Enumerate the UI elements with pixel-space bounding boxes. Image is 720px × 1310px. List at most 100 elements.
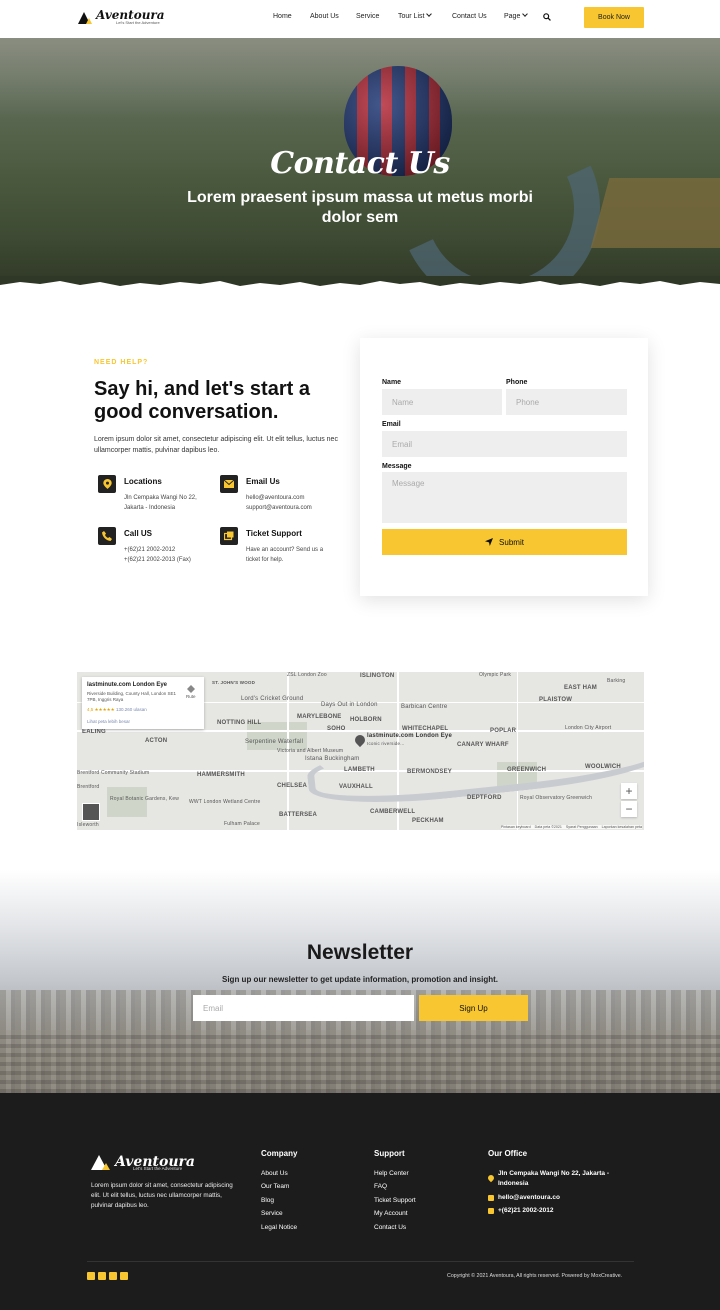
map-label: London City Airport <box>565 725 612 731</box>
info-title: Ticket Support <box>246 529 302 538</box>
footer-tagline: Let's Start the Adventure <box>133 1166 183 1171</box>
phone-field[interactable] <box>506 389 627 415</box>
map-label: POPLAR <box>490 728 517 734</box>
map-label: Brentford <box>77 784 100 790</box>
map-label: Brentford Community Stadium <box>77 770 150 776</box>
hero-field <box>590 178 720 248</box>
footer-link[interactable]: FAQ <box>374 1183 387 1190</box>
nav-about-us[interactable]: About Us <box>310 13 339 20</box>
map-label: CHELSEA <box>277 783 308 789</box>
newsletter-title: Newsletter <box>306 941 414 964</box>
chevron-down-icon <box>522 11 529 17</box>
footer-divider <box>87 1261 634 1262</box>
pin-label: lastminute.com London Eye <box>367 733 453 739</box>
larger-map-link[interactable]: Lihat peta lebih besar <box>87 719 130 724</box>
nav-home[interactable]: Home <box>273 13 292 20</box>
search-icon[interactable] <box>543 13 551 21</box>
map-label: Barbican Centre <box>401 704 448 710</box>
message-field[interactable] <box>382 472 627 523</box>
hero-subtitle: Lorem praesent ipsum massa ut metus morb… <box>187 189 533 226</box>
twitter-icon[interactable] <box>109 1272 117 1280</box>
map-label: EAST HAM <box>564 685 597 691</box>
map-label: ST. JOHN'S WOOD <box>212 680 256 685</box>
logo-mark-icon <box>78 11 92 25</box>
map-footer-link[interactable]: Laporkan kesalahan peta <box>602 825 642 829</box>
nav-page[interactable]: Page <box>504 11 529 20</box>
footer-link[interactable]: Help Center <box>374 1170 409 1177</box>
phone-icon <box>488 1208 494 1214</box>
instagram-icon[interactable] <box>98 1272 106 1280</box>
newsletter-email-input[interactable] <box>193 995 414 1021</box>
map-label: Royal Botanic Gardens, Kew <box>110 796 180 802</box>
pin-sublabel: Iconic riverside... <box>367 741 405 746</box>
info-line[interactable]: hello@aventoura.com <box>246 493 304 503</box>
name-label: Name <box>382 379 402 386</box>
info-line: Jakarta - Indonesia <box>124 505 176 511</box>
youtube-icon[interactable] <box>120 1272 128 1280</box>
map-label: Serpentine Waterfall <box>245 739 304 745</box>
nav-tour-list[interactable]: Tour List <box>398 11 433 20</box>
book-now-button[interactable]: Book Now <box>584 7 644 28</box>
map-label: Fulham Palace <box>224 821 260 827</box>
footer-link[interactable]: My Account <box>374 1210 408 1217</box>
map-label: Istana Buckingham <box>305 756 360 762</box>
info-title: Call US <box>124 529 153 538</box>
map-label: WWT London Wetland Centre <box>189 799 261 805</box>
footer-link[interactable]: Blog <box>261 1197 274 1204</box>
map-footer-link[interactable]: Pintasan keyboard <box>501 825 531 829</box>
brand-logo[interactable]: Aventoura Let's Start the Adventure <box>78 9 165 25</box>
map-label: ISLINGTON <box>360 673 395 679</box>
map-label: PLAISTOW <box>539 697 573 703</box>
map-label: DEPTFORD <box>467 795 502 801</box>
torn-paper-divider <box>0 276 720 292</box>
footer-link[interactable]: Contact Us <box>374 1224 406 1231</box>
map-label: MARYLEBONE <box>297 714 342 720</box>
map-label: WHITECHAPEL <box>402 726 449 732</box>
footer-link[interactable]: Ticket Support <box>374 1197 416 1204</box>
brand-tagline: Let's Start the Adventure <box>116 20 160 25</box>
map-label: Barking <box>607 678 626 684</box>
footer-office-phone[interactable]: +(62)21 2002-2012 <box>498 1206 553 1216</box>
nav-service[interactable]: Service <box>356 13 379 20</box>
footer-link[interactable]: Our Team <box>261 1183 289 1190</box>
map-footer-link[interactable]: Syarat Penggunaan <box>566 825 598 829</box>
place-reviews[interactable]: 130.260 ulasan <box>116 707 147 712</box>
section-eyebrow: NEED HELP? <box>94 359 149 366</box>
sign-up-button[interactable]: Sign Up <box>419 995 528 1021</box>
copyright-text: Copyright © 2021 Aventoura, All rights r… <box>447 1273 623 1279</box>
zoom-in-button[interactable]: + <box>621 783 637 799</box>
satellite-toggle[interactable] <box>82 803 100 821</box>
map-pin-icon <box>486 1173 496 1183</box>
page-title: Contact Us <box>270 146 450 181</box>
nav-page-label: Page <box>504 13 521 20</box>
map-label: ACTON <box>145 738 168 744</box>
map-park <box>247 722 307 750</box>
directions-button[interactable]: Rute <box>186 685 196 699</box>
info-line: Have an account? Send us a <box>246 547 324 553</box>
footer-company-heading: Company <box>261 1149 298 1158</box>
map-label: Victoria and Albert Museum <box>277 748 344 754</box>
footer-link[interactable]: Service <box>261 1210 283 1217</box>
google-map[interactable]: ISLINGTON EAST HAM PLAISTOW ST. JOHN'S W… <box>77 672 644 830</box>
facebook-icon[interactable] <box>87 1272 95 1280</box>
footer-link[interactable]: About Us <box>261 1170 288 1177</box>
footer-office-email[interactable]: hello@aventoura.co <box>498 1193 560 1203</box>
ticket-icon <box>220 527 238 545</box>
map-label: Days Out in London <box>321 702 378 708</box>
city-rooftops <box>0 1030 720 1093</box>
map-label: ZSL London Zoo <box>287 672 327 678</box>
info-line[interactable]: +(62)21 2002-2012 <box>124 545 175 555</box>
map-pin-icon[interactable] <box>352 732 368 748</box>
email-field[interactable] <box>382 431 627 457</box>
footer-link[interactable]: Legal Notice <box>261 1224 297 1231</box>
nav-contact-us[interactable]: Contact Us <box>452 13 487 20</box>
submit-button[interactable]: Submit <box>382 529 627 555</box>
map-label: NOTTING HILL <box>217 720 262 726</box>
map-label: GREENWICH <box>507 767 547 773</box>
map-label: HOLBORN <box>350 717 382 723</box>
zoom-out-button[interactable]: − <box>621 801 637 817</box>
map-label: BATTERSEA <box>279 812 318 818</box>
info-line[interactable]: support@aventoura.com <box>246 503 312 513</box>
hero-banner: Contact Us Lorem praesent ipsum massa ut… <box>0 38 720 288</box>
name-field[interactable] <box>382 389 502 415</box>
